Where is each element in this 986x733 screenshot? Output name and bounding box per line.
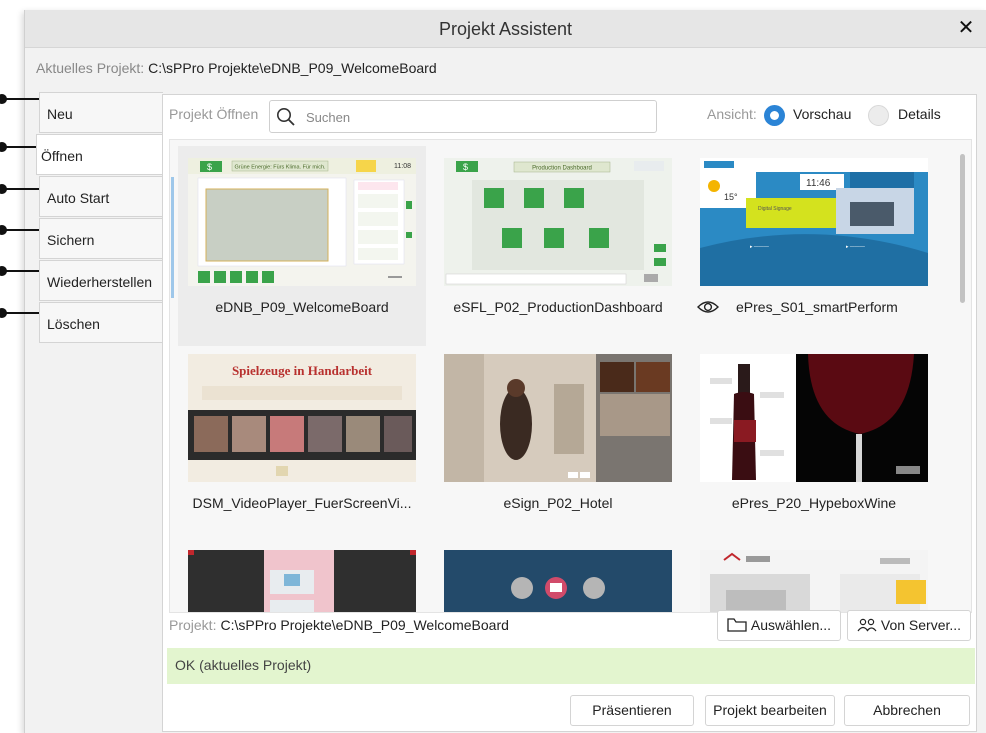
project-label: Projekt: (169, 617, 217, 633)
project-thumbnail (444, 550, 672, 612)
project-gallery[interactable]: $ Grüne Energie: Fürs Klima. Für mich. 1… (169, 139, 972, 613)
folder-icon (727, 618, 747, 632)
gallery-scrollbar[interactable] (960, 154, 965, 303)
project-tile-2[interactable]: $ Production Dashboard eSFL_P02_Producti… (434, 146, 682, 346)
project-tile-9[interactable] (690, 538, 938, 612)
thumb-title: Spielzeuge in Handarbeit (232, 363, 373, 378)
project-tile-1[interactable]: $ Grüne Energie: Fürs Klima. Für mich. 1… (178, 146, 426, 346)
project-thumbnail (188, 550, 416, 612)
connector-line (0, 184, 39, 194)
thumb-banner-2: Production Dashboard (532, 166, 592, 172)
thumbnail-production-dashboard: $ Production Dashboard (444, 158, 672, 286)
radio-vorschau[interactable] (764, 105, 785, 126)
present-button[interactable]: Präsentieren (570, 695, 694, 726)
thumbnail-hotel (444, 354, 672, 482)
view-label: Ansicht: (707, 106, 757, 122)
radio-details-label[interactable]: Details (898, 106, 941, 122)
connector-line (0, 308, 39, 318)
thumb-banner: Grüne Energie: Fürs Klima. Für mich. (234, 165, 326, 171)
svg-text:$: $ (207, 162, 212, 172)
project-tile-5[interactable]: eSign_P02_Hotel (434, 342, 682, 542)
select-button[interactable]: Auswählen... (717, 610, 841, 641)
tab-oeffnen[interactable]: Öffnen (36, 134, 164, 175)
thumbnail-smartperform: 15° 11:46 Digital Signage ▸ ——— ▸ ——— (700, 158, 928, 286)
project-tile-6[interactable]: ePres_P20_HypeboxWine (690, 342, 938, 542)
connector-line (0, 94, 39, 104)
cancel-button[interactable]: Abbrechen (844, 695, 970, 726)
thumb-time-3: 11:46 (806, 178, 831, 189)
connector-dot (0, 225, 7, 235)
thumb-box: Digital Signage (758, 206, 792, 212)
connector-line (0, 142, 37, 152)
tab-loeschen[interactable]: Löschen (39, 302, 163, 343)
project-tile-3[interactable]: 15° 11:46 Digital Signage ▸ ——— ▸ ——— eP… (690, 146, 938, 346)
search-box[interactable] (269, 100, 657, 133)
thumb-temp: 15° (724, 192, 738, 202)
project-name-5: eSign_P02_Hotel (503, 495, 613, 511)
project-name-6: ePres_P20_HypeboxWine (731, 495, 897, 511)
search-icon (277, 108, 295, 126)
users-icon (857, 619, 877, 632)
dialog-title: Projekt Assistent (438, 19, 573, 39)
connector-dot (0, 308, 7, 318)
project-name-1: eDNB_P09_WelcomeBoard (215, 299, 389, 315)
current-project-path: C:\sPPro Projekte\eDNB_P09_WelcomeBoard (148, 60, 437, 76)
connector-dot (0, 184, 7, 194)
tab-wiederherstellen[interactable]: Wiederherstellen (39, 260, 163, 301)
selected-project-row: Projekt: C:\sPPro Projekte\eDNB_P09_Welco… (169, 617, 509, 633)
project-thumbnail (700, 550, 928, 612)
connector-dot (0, 142, 7, 152)
open-project-panel: Projekt Öffnen Ansicht: Vorschau Details… (162, 94, 977, 732)
search-input[interactable] (304, 107, 644, 127)
selection-indicator (171, 177, 174, 298)
open-project-title: Projekt Öffnen (169, 106, 259, 122)
thumb-time: 11:08 (394, 163, 411, 170)
select-button-label: Auswählen... (750, 617, 832, 633)
connector-dot (0, 266, 7, 276)
close-icon[interactable]: ✕ (956, 18, 976, 38)
project-tile-7[interactable] (178, 538, 426, 612)
project-name-4: DSM_VideoPlayer_FuerScreenVi... (192, 495, 412, 511)
thumbnail-videoplayer: Spielzeuge in Handarbeit (188, 354, 416, 482)
svg-text:$: $ (463, 162, 468, 172)
selected-project-path: C:\sPPro Projekte\eDNB_P09_WelcomeBoard (220, 617, 509, 633)
thumbnail-welcomeboard: $ Grüne Energie: Fürs Klima. Für mich. 1… (188, 158, 416, 286)
radio-vorschau-label[interactable]: Vorschau (793, 106, 851, 122)
project-name-2: eSFL_P02_ProductionDashboard (453, 299, 663, 315)
svg-text:▸ ———: ▸ ——— (750, 244, 769, 250)
thumbnail-hyperbox-wine (700, 354, 928, 482)
project-tile-8[interactable] (434, 538, 682, 612)
svg-text:▸ ———: ▸ ——— (846, 244, 865, 250)
project-tile-4[interactable]: Spielzeuge in Handarbeit DSM_VideoPlayer… (178, 342, 426, 542)
tab-neu[interactable]: Neu (39, 92, 163, 133)
from-server-button[interactable]: Von Server... (847, 610, 971, 641)
eye-icon[interactable] (696, 298, 720, 316)
tab-auto-start[interactable]: Auto Start (39, 176, 163, 217)
project-assistant-dialog: Projekt Assistent ✕ Aktuelles Projekt: C:… (0, 10, 986, 733)
tab-sichern[interactable]: Sichern (39, 218, 163, 259)
project-name-3: ePres_S01_smartPerform (736, 299, 898, 315)
connector-line (0, 266, 39, 276)
radio-details[interactable] (868, 105, 889, 126)
current-project-row: Aktuelles Projekt: C:\sPPro Projekte\eDNB… (36, 60, 437, 76)
status-message: OK (aktuelles Projekt) (167, 648, 975, 684)
connector-dot (0, 94, 7, 104)
current-project-label: Aktuelles Projekt: (36, 60, 145, 76)
from-server-button-label: Von Server... (880, 617, 962, 633)
edit-project-button[interactable]: Projekt bearbeiten (705, 695, 835, 726)
connector-line (0, 225, 39, 235)
title-bar: Projekt Assistent ✕ (25, 10, 986, 48)
